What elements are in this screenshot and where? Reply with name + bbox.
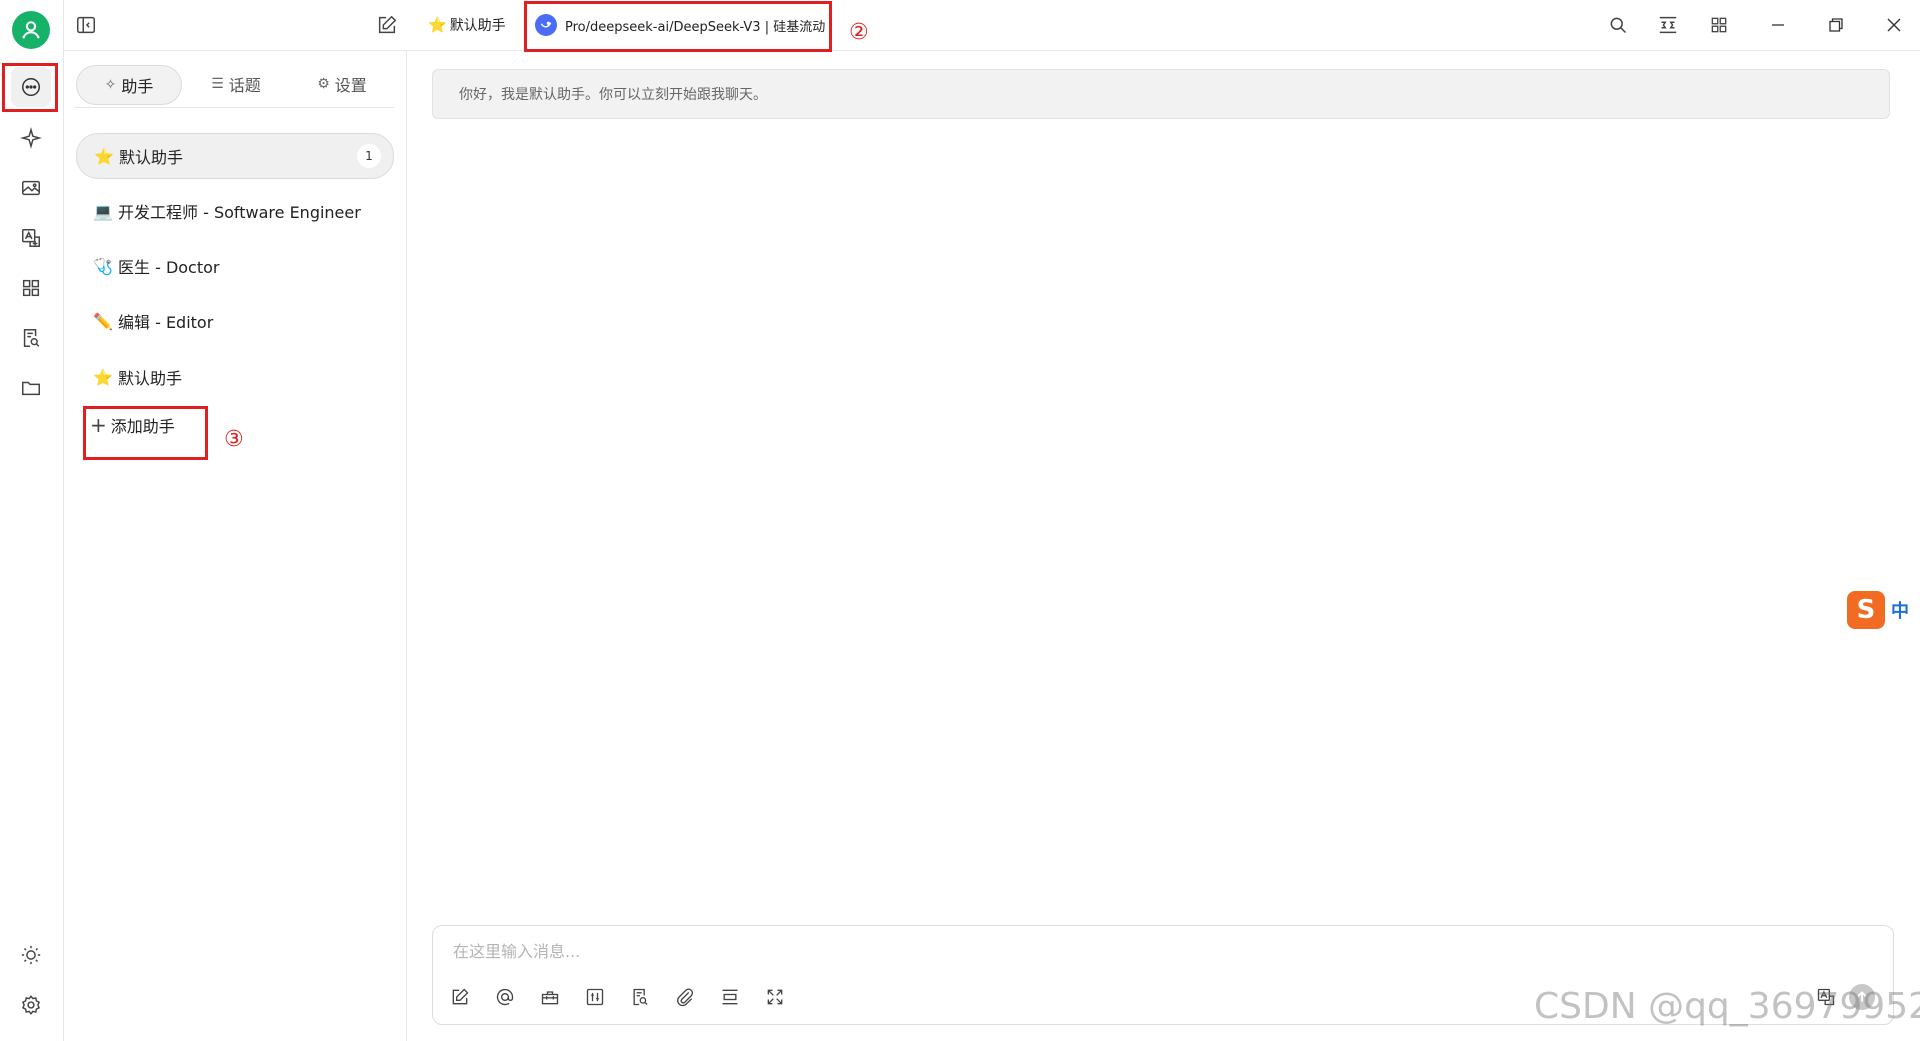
plus-icon: +	[90, 413, 107, 437]
star-icon: ⭐	[94, 146, 114, 166]
left-rail	[0, 0, 64, 1041]
theme-sun-icon[interactable]	[11, 935, 51, 975]
tab-assistants[interactable]: ✧ 助手	[76, 65, 182, 105]
knowledge-search-icon[interactable]	[11, 318, 51, 358]
search-icon[interactable]	[1602, 11, 1634, 39]
assistant-item-default[interactable]: ⭐ 默认助手 1	[76, 133, 394, 179]
laptop-icon: 💻	[93, 201, 113, 221]
sparkle-icon: ✧	[104, 77, 117, 93]
knowledge-base-icon[interactable]	[625, 982, 655, 1012]
gear-icon: ⚙	[317, 76, 330, 92]
sogou-logo-icon: S	[1847, 591, 1885, 629]
apps-grid-icon[interactable]	[11, 268, 51, 308]
tab-assistants-label: 助手	[121, 77, 154, 96]
assistant-panel: ✧ 助手 ☰ 话题 ⚙ 设置 ⭐ 默认助手 1 💻 开发工程师 - Softwa…	[64, 51, 407, 1041]
tab-settings[interactable]: ⚙ 设置	[290, 65, 394, 103]
sidebar-toggle-icon[interactable]	[68, 11, 104, 39]
assistant-item-doctor[interactable]: 🩺 医生 - Doctor	[76, 244, 392, 288]
expand-icon[interactable]	[760, 982, 790, 1012]
assistant-item-editor[interactable]: ✏️ 编辑 - Editor	[76, 299, 392, 343]
tab-topics-label: 话题	[228, 76, 261, 95]
assistant-item-default-2[interactable]: ⭐ 默认助手	[76, 355, 392, 399]
greeting-message: 你好，我是默认助手。你可以立刻开始跟我聊天。	[432, 69, 1890, 119]
mention-at-icon[interactable]	[490, 982, 520, 1012]
current-assistant-label: 默认助手	[449, 18, 506, 34]
top-bar: ⭐ 默认助手 Pro/deepseek-ai/DeepSeek-V3 | 硅基流…	[64, 0, 1920, 51]
settings-gear-icon[interactable]	[11, 985, 51, 1025]
current-assistant-button[interactable]: ⭐ 默认助手	[428, 12, 506, 38]
tab-settings-label: 设置	[334, 76, 367, 95]
restore-window-icon[interactable]	[1818, 11, 1854, 39]
minapp-grid-icon[interactable]	[1703, 11, 1735, 39]
list-icon: ☰	[211, 76, 224, 92]
assistant-label: 默认助手	[118, 369, 183, 388]
stethoscope-icon: 🩺	[93, 256, 113, 276]
add-assistant-button[interactable]: + 添加助手	[84, 408, 181, 442]
folder-icon[interactable]	[11, 368, 51, 408]
star-icon: ⭐	[93, 367, 113, 387]
tab-topics[interactable]: ☰ 话题	[184, 65, 288, 103]
user-avatar-icon[interactable]	[12, 11, 50, 49]
annotation-number-2: ②	[849, 20, 869, 45]
new-topic-icon[interactable]	[445, 982, 475, 1012]
pencil-icon: ✏️	[93, 311, 113, 331]
message-input[interactable]	[451, 936, 1555, 966]
assistant-label: 医生 - Doctor	[118, 258, 220, 277]
model-provider-icon	[535, 14, 557, 36]
layout-toggle-icon[interactable]	[1652, 11, 1684, 39]
assistant-item-software-engineer[interactable]: 💻 开发工程师 - Software Engineer	[76, 189, 392, 233]
topic-count-badge: 1	[357, 144, 381, 168]
ime-mode-label: 中	[1891, 601, 1909, 622]
star-icon: ⭐	[428, 16, 447, 34]
close-window-icon[interactable]	[1876, 11, 1912, 39]
minimize-window-icon[interactable]	[1760, 11, 1796, 39]
attachment-paperclip-icon[interactable]	[670, 982, 700, 1012]
image-icon[interactable]	[11, 168, 51, 208]
add-assistant-label: 添加助手	[110, 417, 175, 436]
toolbox-icon[interactable]	[535, 982, 565, 1012]
ime-indicator[interactable]: S 中	[1847, 591, 1920, 629]
assistants-sparkle-icon[interactable]	[11, 118, 51, 158]
assistant-label: 开发工程师 - Software Engineer	[118, 203, 361, 222]
annotation-number-3: ③	[224, 427, 244, 452]
parameters-sliders-icon[interactable]	[580, 982, 610, 1012]
model-selector[interactable]: Pro/deepseek-ai/DeepSeek-V3 | 硅基流动	[529, 5, 889, 45]
csdn-watermark: CSDN @qq_36979952	[1534, 986, 1920, 1027]
panel-tabs: ✧ 助手 ☰ 话题 ⚙ 设置	[74, 63, 394, 108]
assistant-label: 默认助手	[119, 148, 184, 167]
translate-icon[interactable]	[11, 218, 51, 258]
clear-context-icon[interactable]	[715, 982, 745, 1012]
model-label: Pro/deepseek-ai/DeepSeek-V3 | 硅基流动	[565, 19, 826, 35]
assistant-label: 编辑 - Editor	[118, 313, 214, 332]
chat-icon[interactable]	[11, 67, 51, 107]
new-chat-edit-icon[interactable]	[369, 11, 405, 39]
